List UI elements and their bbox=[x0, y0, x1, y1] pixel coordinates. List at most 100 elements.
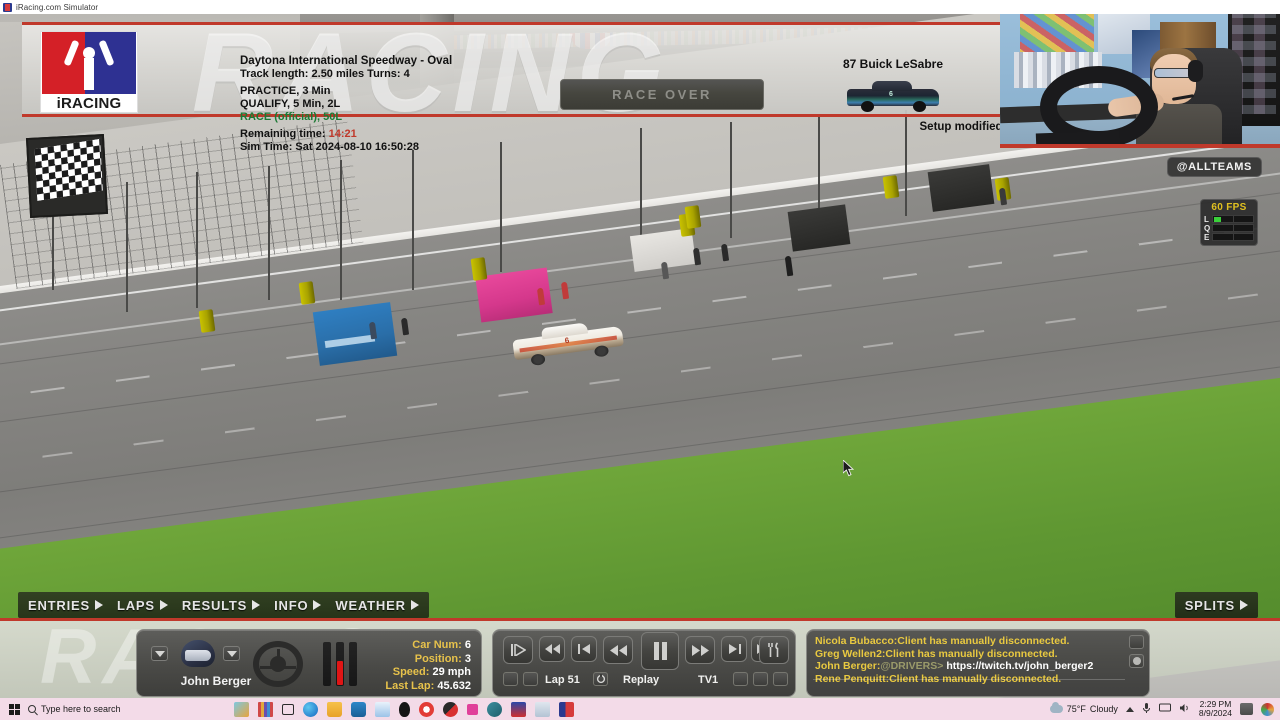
iracing-task-icon[interactable] bbox=[559, 701, 574, 717]
pedal-inputs bbox=[323, 642, 357, 686]
chat-settings-button[interactable] bbox=[1129, 654, 1144, 668]
notifications-icon[interactable] bbox=[1240, 703, 1253, 715]
race-over-button[interactable]: RACE OVER bbox=[560, 79, 764, 110]
fps-value: 60 FPS bbox=[1211, 202, 1247, 213]
taskview-icon[interactable] bbox=[282, 703, 294, 715]
lap-increment-button[interactable] bbox=[523, 672, 538, 686]
weather-widget[interactable]: 75°F Cloudy bbox=[1049, 702, 1118, 714]
session-practice: PRACTICE, 3 Min bbox=[240, 85, 331, 97]
app-blue-icon[interactable] bbox=[511, 701, 526, 717]
sim-time: Sim Time: Sat 2024-08-10 16:50:28 bbox=[240, 141, 419, 153]
chat-link[interactable]: https://twitch.tv/john_berger2 bbox=[946, 660, 1093, 672]
remaining-time-label: Remaining time: bbox=[240, 128, 326, 140]
session-race: RACE (official), 50L bbox=[240, 111, 343, 123]
fps-bar-l bbox=[1212, 215, 1254, 223]
chat-author: Greg Wellen2: bbox=[815, 647, 886, 660]
network-icon[interactable] bbox=[1158, 703, 1171, 715]
tab-laps-label: LAPS bbox=[116, 597, 155, 613]
chat-messages: Nicola Bubacco:Client has manually disco… bbox=[815, 635, 1123, 685]
fps-row-label-q: Q bbox=[1204, 224, 1211, 233]
fps-bar-q bbox=[1212, 224, 1254, 232]
chat-scroll-up-button[interactable] bbox=[1129, 635, 1144, 649]
chevron-right-icon bbox=[159, 600, 168, 610]
tab-info[interactable]: INFO bbox=[274, 598, 322, 613]
scene-barrel bbox=[684, 205, 702, 229]
clutch-bar bbox=[323, 642, 331, 686]
rewind-button[interactable] bbox=[603, 636, 633, 664]
chat-line: Nicola Bubacco:Client has manually disco… bbox=[815, 635, 1123, 648]
edge-icon[interactable] bbox=[303, 701, 318, 717]
fps-meter: 60 FPS L Q E bbox=[1200, 199, 1258, 246]
alienware-icon[interactable] bbox=[399, 701, 410, 717]
pause-button[interactable] bbox=[641, 632, 679, 670]
step-back-button[interactable] bbox=[571, 636, 597, 662]
show-hidden-icons-icon[interactable] bbox=[1125, 706, 1134, 712]
search-placeholder: Type here to search bbox=[41, 704, 121, 714]
tab-splits[interactable]: SPLITS bbox=[1174, 592, 1258, 618]
checkered-pattern bbox=[34, 138, 103, 202]
pit-tools-button[interactable] bbox=[759, 636, 789, 664]
session-list: PRACTICE, 3 Min QUALIFY, 5 Min, 2L RACE … bbox=[240, 85, 452, 124]
microphone-icon[interactable] bbox=[1142, 702, 1151, 716]
track-name: Daytona International Speedway - Oval bbox=[240, 55, 453, 67]
fast-forward-button[interactable] bbox=[685, 636, 715, 664]
fps-bar-e bbox=[1212, 233, 1254, 241]
throttle-bar bbox=[349, 642, 357, 686]
scene-pit-truck bbox=[787, 204, 851, 252]
search-box[interactable]: Type here to search bbox=[28, 704, 228, 714]
system-tray: 75°F Cloudy 2:29 PM 8/9/2024 bbox=[1049, 700, 1280, 718]
search-icon bbox=[28, 705, 36, 713]
tab-results[interactable]: RESULTS bbox=[181, 597, 261, 613]
rewind-to-start-button[interactable] bbox=[539, 636, 565, 662]
chat-panel[interactable]: Nicola Bubacco:Client has manually disco… bbox=[806, 629, 1150, 697]
tab-weather[interactable]: WEATHER bbox=[335, 597, 419, 613]
camera-previous-button[interactable] bbox=[733, 672, 748, 686]
remaining-time-value: 14:21 bbox=[328, 128, 357, 140]
scene-barrel bbox=[298, 281, 316, 305]
weather-temp: 75°F bbox=[1066, 704, 1086, 714]
tab-weather-label: WEATHER bbox=[335, 597, 406, 613]
next-driver-button[interactable] bbox=[223, 646, 240, 661]
app-red-icon[interactable] bbox=[443, 701, 458, 717]
session-timers: Remaining time: 14:21 Sim Time: Sat 2024… bbox=[240, 128, 452, 154]
camera-list-button[interactable] bbox=[753, 672, 768, 686]
books-icon[interactable] bbox=[258, 701, 273, 717]
start-button[interactable] bbox=[0, 703, 28, 715]
pinned-app-icon[interactable] bbox=[234, 701, 249, 717]
scene-pit-truck-blue bbox=[312, 302, 398, 366]
app-teal-icon[interactable] bbox=[487, 701, 502, 717]
camera-next-button[interactable] bbox=[773, 672, 788, 686]
weather-desc: Cloudy bbox=[1089, 704, 1118, 714]
scene-pole bbox=[730, 122, 732, 238]
step-forward-button[interactable] bbox=[721, 636, 747, 662]
clock-date: 8/9/2024 bbox=[1198, 708, 1232, 718]
outlook-icon[interactable] bbox=[535, 701, 550, 717]
store-icon[interactable] bbox=[351, 701, 366, 717]
app-root: 6 RACING iRACING Daytona International S… bbox=[0, 0, 1280, 720]
chat-text: Client has manually disconnected. bbox=[885, 647, 1058, 660]
allteams-badge: @ALLTEAMS bbox=[1166, 157, 1262, 177]
lap-label: Lap 51 bbox=[545, 674, 580, 686]
mail-icon[interactable] bbox=[375, 701, 390, 717]
stat-speed: Speed: 29 mph bbox=[392, 666, 471, 678]
tab-laps[interactable]: LAPS bbox=[117, 598, 168, 613]
tab-results-label: RESULTS bbox=[181, 597, 248, 613]
scene-pole bbox=[340, 160, 342, 300]
chrome-icon[interactable] bbox=[1261, 702, 1274, 716]
replay-controls-panel: Lap 51 Replay TV1 bbox=[492, 629, 796, 697]
tab-entries[interactable]: ENTRIES bbox=[28, 598, 103, 613]
app-pink-icon[interactable] bbox=[467, 703, 478, 715]
taskbar-clock[interactable]: 2:29 PM 8/9/2024 bbox=[1199, 700, 1232, 718]
opera-icon[interactable] bbox=[419, 701, 434, 717]
iracing-window-icon bbox=[3, 2, 12, 12]
explorer-icon[interactable] bbox=[327, 701, 342, 717]
loop-button[interactable] bbox=[593, 672, 608, 686]
lap-decrement-button[interactable] bbox=[503, 672, 518, 686]
fps-row-label-l: L bbox=[1204, 215, 1209, 224]
play-button[interactable] bbox=[503, 636, 533, 664]
replay-mode-label: Replay bbox=[623, 674, 660, 686]
chat-author: Nicola Bubacco: bbox=[815, 635, 898, 647]
previous-driver-button[interactable] bbox=[151, 646, 168, 661]
chat-line: Greg Wellen2:Client has manually disconn… bbox=[815, 648, 1123, 661]
volume-icon[interactable] bbox=[1179, 703, 1191, 715]
